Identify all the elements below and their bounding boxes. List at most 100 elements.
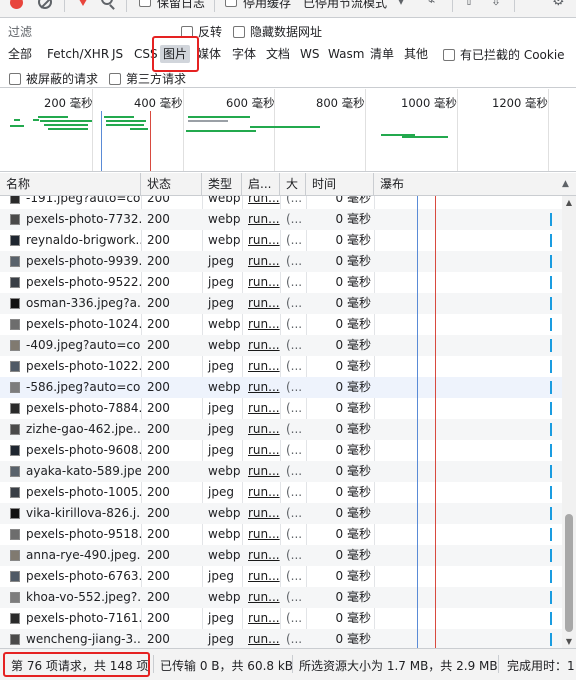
request-time: 0 毫秒 <box>335 233 371 247</box>
table-row[interactable]: anna-rye-490.jpeg... 200 webp run... (... 0 毫… <box>0 545 562 566</box>
table-row[interactable]: pexels-photo-6763... 200 jpeg run... (... 0 毫… <box>0 566 562 587</box>
type-fetch-xhr[interactable]: Fetch/XHR <box>44 45 112 63</box>
request-initiator[interactable]: run... <box>242 566 280 587</box>
request-initiator[interactable]: run... <box>242 629 280 648</box>
request-initiator[interactable]: run... <box>242 335 280 356</box>
network-conditions-icon[interactable]: ⌁ <box>428 0 435 8</box>
request-initiator[interactable]: run... <box>242 587 280 608</box>
blocked-cookies-checkbox[interactable] <box>443 48 455 61</box>
table-row[interactable]: pexels-photo-9939... 200 jpeg run... (... 0 毫… <box>0 251 562 272</box>
request-initiator[interactable]: run... <box>242 377 280 398</box>
request-status: 200 <box>147 548 170 562</box>
type-wasm[interactable]: Wasm <box>325 45 367 63</box>
type-doc[interactable]: 文档 <box>263 45 293 63</box>
column-waterfall[interactable]: 瀑布 <box>374 173 562 196</box>
request-initiator[interactable]: run... <box>242 209 280 230</box>
request-initiator[interactable]: run... <box>242 524 280 545</box>
request-initiator[interactable]: run... <box>242 230 280 251</box>
request-initiator[interactable]: run... <box>242 398 280 419</box>
scrollbar-thumb[interactable] <box>565 514 573 632</box>
third-party-option[interactable]: 第三方请求 <box>109 70 186 87</box>
toolbar-divider <box>126 0 127 12</box>
third-party-checkbox[interactable] <box>109 72 121 85</box>
table-row[interactable]: -586.jpeg?auto=co... 200 webp run... (... 0 毫… <box>0 377 562 398</box>
request-name: ayaka-kato-589.jpe... <box>26 464 141 478</box>
table-row[interactable]: pexels-photo-9608... 200 jpeg run... (... 0 毫… <box>0 440 562 461</box>
request-initiator[interactable]: run... <box>242 196 280 209</box>
hide-data-urls-checkbox[interactable] <box>233 25 245 38</box>
request-initiator[interactable]: run... <box>242 608 280 629</box>
blocked-requests-option[interactable]: 被屏蔽的请求 <box>9 70 98 87</box>
table-scrollbar[interactable]: ▲ ▼ <box>562 196 576 648</box>
scroll-up-icon[interactable]: ▲ <box>562 196 576 209</box>
table-row[interactable]: pexels-photo-1005... 200 jpeg run... (... 0 毫… <box>0 482 562 503</box>
request-initiator[interactable]: run... <box>242 503 280 524</box>
table-row[interactable]: ayaka-kato-589.jpe... 200 webp run... (... 0 … <box>0 461 562 482</box>
table-row[interactable]: pexels-photo-7732... 200 webp run... (... 0 毫… <box>0 209 562 230</box>
request-waterfall <box>374 398 562 419</box>
filter-input[interactable] <box>40 21 170 39</box>
preserve-log-label: 保留日志 <box>157 0 206 10</box>
request-initiator[interactable]: run... <box>242 461 280 482</box>
column-initiator[interactable]: 启... <box>242 173 280 196</box>
hide-data-urls-label: 隐藏数据网址 <box>250 25 323 39</box>
table-row[interactable]: reynaldo-brigwork... 200 webp run... (... 0 毫… <box>0 230 562 251</box>
column-name[interactable]: 名称 <box>0 173 141 196</box>
table-row[interactable]: pexels-photo-1022... 200 jpeg run... (... 0 毫… <box>0 356 562 377</box>
table-row[interactable]: pexels-photo-9522... 200 jpeg run... (... 0 毫… <box>0 272 562 293</box>
timeline-overview[interactable]: 200 毫秒 400 毫秒 600 毫秒 800 毫秒 1000 毫秒 1200… <box>0 89 576 172</box>
import-icon[interactable]: ⇧ <box>464 0 474 8</box>
request-waterfall <box>374 629 562 648</box>
overview-request-bar <box>188 116 250 118</box>
gear-icon[interactable]: ⚙ <box>552 0 565 9</box>
table-row[interactable]: pexels-photo-1024... 200 webp run... (... 0 毫… <box>0 314 562 335</box>
request-initiator[interactable]: run... <box>242 314 280 335</box>
record-icon[interactable] <box>10 0 23 9</box>
clear-icon[interactable] <box>38 0 52 9</box>
disable-cache-checkbox[interactable] <box>225 0 237 7</box>
type-font[interactable]: 字体 <box>229 45 259 63</box>
hide-data-urls-option[interactable]: 隐藏数据网址 <box>233 23 322 40</box>
column-type[interactable]: 类型 <box>202 173 242 196</box>
request-initiator[interactable]: run... <box>242 293 280 314</box>
table-row[interactable]: pexels-photo-7161... 200 jpeg run... (... 0 毫… <box>0 608 562 629</box>
type-ws[interactable]: WS <box>297 45 322 63</box>
request-initiator[interactable]: run... <box>242 440 280 461</box>
search-icon[interactable] <box>101 0 113 5</box>
table-row[interactable]: vika-kirillova-826.j... 200 webp run... (...… <box>0 503 562 524</box>
throttling-select[interactable]: 已停用节流模式 <box>303 0 387 11</box>
request-initiator[interactable]: run... <box>242 356 280 377</box>
request-status: 200 <box>147 443 170 457</box>
chevron-down-icon[interactable]: ▾ <box>398 0 404 8</box>
sort-ascending-icon[interactable]: ▲ <box>562 179 573 189</box>
table-row[interactable]: osman-336.jpeg?a... 200 jpeg run... (... 0 毫秒 <box>0 293 562 314</box>
table-row[interactable]: -409.jpeg?auto=co... 200 webp run... (... 0 毫… <box>0 335 562 356</box>
table-row[interactable]: wencheng-jiang-3... 200 jpeg run... (... 0 毫秒 <box>0 629 562 648</box>
table-row[interactable]: -191.jpeg?auto=co... 200 webp run... (... 0 毫… <box>0 196 562 209</box>
request-waterfall <box>374 251 562 272</box>
request-initiator[interactable]: run... <box>242 482 280 503</box>
table-row[interactable]: pexels-photo-7884... 200 jpeg run... (... 0 毫… <box>0 398 562 419</box>
request-status: 200 <box>147 611 170 625</box>
column-status[interactable]: 状态 <box>141 173 202 196</box>
column-time[interactable]: 时间 <box>306 173 374 196</box>
export-icon[interactable]: ⇩ <box>491 0 501 8</box>
overview-tick-label: 800 毫秒 <box>316 96 365 110</box>
request-initiator[interactable]: run... <box>242 545 280 566</box>
request-initiator[interactable]: run... <box>242 419 280 440</box>
type-all[interactable]: 全部 <box>5 45 35 63</box>
type-manifest[interactable]: 清单 <box>367 45 397 63</box>
blocked-requests-checkbox[interactable] <box>9 72 21 85</box>
request-initiator[interactable]: run... <box>242 251 280 272</box>
table-row[interactable]: pexels-photo-9518... 200 webp run... (... 0 毫… <box>0 524 562 545</box>
column-size[interactable]: 大 <box>280 173 306 196</box>
filter-icon[interactable] <box>76 0 90 6</box>
table-row[interactable]: khoa-vo-552.jpeg?... 200 webp run... (... 0 毫… <box>0 587 562 608</box>
scroll-down-icon[interactable]: ▼ <box>562 635 576 648</box>
table-row[interactable]: zizhe-gao-462.jpe... 200 jpeg run... (... 0 毫… <box>0 419 562 440</box>
type-js[interactable]: JS <box>109 45 126 63</box>
type-other[interactable]: 其他 <box>401 45 431 63</box>
preserve-log-checkbox[interactable] <box>139 0 151 7</box>
blocked-cookies-option[interactable]: 有已拦截的 Cookie <box>443 46 565 63</box>
request-initiator[interactable]: run... <box>242 272 280 293</box>
